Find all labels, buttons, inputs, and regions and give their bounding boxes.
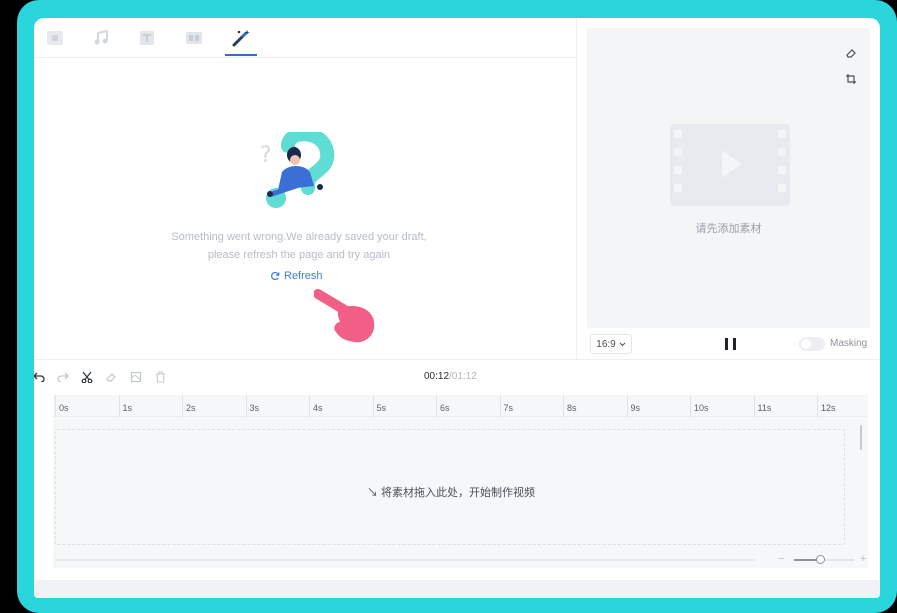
ruler-tick <box>309 395 310 417</box>
masking-label: Masking <box>830 338 868 349</box>
crop-button[interactable] <box>844 72 858 86</box>
preview-panel: 请先添加素材 16:9 Masking <box>577 18 880 359</box>
crop-icon <box>130 371 142 383</box>
ruler-tick <box>499 395 501 417</box>
pause-icon <box>725 338 728 350</box>
video-editor-app: ? Something went wrong.We already saved … <box>34 18 880 598</box>
ruler-tick-label: 3s <box>249 403 260 413</box>
pause-button[interactable] <box>725 338 736 350</box>
error-message-line-1: Something went wrong.We already saved yo… <box>171 231 427 243</box>
effects-tab[interactable] <box>229 26 253 50</box>
ruler-tick <box>55 395 56 417</box>
zoom-slider[interactable]: − + <box>778 553 868 567</box>
ruler-tick-label: 8s <box>567 403 577 413</box>
masking-toggle[interactable] <box>799 337 825 351</box>
ruler-tick <box>626 395 628 417</box>
split-button[interactable] <box>79 369 95 385</box>
transition-icon <box>186 32 202 44</box>
ruler-tick <box>817 395 818 417</box>
error-message-line-2: please refresh the page and try again <box>207 249 391 261</box>
timeline-area[interactable]: 0s 1s 2s 3s 4s 5s 6s 7s 8s 9s 10s 11s 12s ↘ 将素材拖入此处，… <box>53 395 868 568</box>
timeline-toolbar: 00:12/01:12 <box>34 366 880 388</box>
media-tab[interactable] <box>43 26 67 50</box>
trash-icon <box>155 371 165 383</box>
timeline-divider <box>34 359 880 360</box>
delete-button[interactable] <box>152 369 168 385</box>
ruler-tick-label: 0s <box>59 403 69 413</box>
redo-button[interactable] <box>55 369 71 385</box>
asset-tab-bar <box>34 18 576 58</box>
zoom-out-icon[interactable]: − <box>778 553 784 565</box>
chevron-down-icon <box>619 342 626 346</box>
ruler-tick <box>372 395 374 417</box>
crop-icon <box>846 74 856 84</box>
empty-video-icon <box>670 124 790 206</box>
error-illustration: ? <box>260 132 335 208</box>
refresh-button[interactable]: Refresh <box>270 270 323 282</box>
undo-icon <box>34 372 45 382</box>
eraser-icon <box>106 373 116 382</box>
eraser-button[interactable] <box>844 46 858 60</box>
zoom-in-icon[interactable]: + <box>860 553 866 565</box>
ruler-tick-label: 5s <box>376 403 387 413</box>
ruler-tick <box>182 395 183 417</box>
ruler-tick-label: 1s <box>122 403 133 413</box>
media-icon <box>47 31 63 45</box>
svg-text:?: ? <box>260 143 272 168</box>
ruler-tick-label: 12s <box>821 403 836 413</box>
refresh-label: Refresh <box>284 270 323 282</box>
transition-tab[interactable] <box>182 26 206 50</box>
pointing-hand-icon <box>314 289 375 343</box>
aspect-ratio-value: 16:9 <box>596 338 616 350</box>
ruler-tick <box>753 395 755 417</box>
ruler-tick <box>245 395 247 417</box>
preview-controls: 16:9 Masking <box>577 329 880 359</box>
audio-tab[interactable] <box>89 26 113 50</box>
preview-canvas: 请先添加素材 <box>587 28 870 328</box>
undo-button[interactable] <box>34 369 47 385</box>
ruler-tick-label: 11s <box>757 403 772 413</box>
ruler-tick-label: 2s <box>186 403 196 413</box>
empty-preview-text: 请先添加素材 <box>695 223 762 235</box>
magic-wand-icon <box>232 30 250 47</box>
eraser-icon <box>846 49 856 58</box>
refresh-icon <box>271 271 280 281</box>
drop-hint-text: ↘ 将素材拖入此处，开始制作视频 <box>366 487 536 499</box>
aspect-ratio-select[interactable]: 16:9 <box>590 334 632 354</box>
crop-clip-button[interactable] <box>128 369 144 385</box>
ruler-tick-label: 7s <box>503 403 514 413</box>
music-note-icon <box>94 30 108 45</box>
active-tab-underline <box>225 54 257 56</box>
playback-time: 00:12/01:12 <box>424 371 477 382</box>
asset-panel: ? Something went wrong.We already saved … <box>34 59 576 359</box>
total-time: /01:12 <box>449 371 477 382</box>
ruler-tick-label: 4s <box>313 403 323 413</box>
redo-icon <box>57 372 69 382</box>
track-drop-zone[interactable]: ↘ 将素材拖入此处，开始制作视频 <box>55 429 845 545</box>
ruler-tick-label: 10s <box>694 403 709 413</box>
current-time: 00:12 <box>424 371 450 382</box>
text-icon <box>140 31 154 45</box>
ruler-tick <box>563 395 564 417</box>
ruler-tick-label: 9s <box>630 403 641 413</box>
time-ruler: 0s 1s 2s 3s 4s 5s 6s 7s 8s 9s 10s 11s 12s <box>53 395 868 417</box>
text-tab[interactable] <box>135 26 159 50</box>
horizontal-scrollbar[interactable] <box>55 559 755 561</box>
zoom-handle[interactable] <box>816 555 825 564</box>
footer-bar <box>34 580 880 598</box>
scissors-icon <box>81 371 93 383</box>
ruler-tick <box>690 395 691 417</box>
vertical-scrollbar[interactable] <box>860 425 862 450</box>
ruler-tick <box>436 395 437 417</box>
ruler-tick-label: 6s <box>440 403 450 413</box>
erase-button[interactable] <box>103 369 119 385</box>
pause-icon-bar <box>733 338 736 350</box>
ruler-tick <box>118 395 120 417</box>
